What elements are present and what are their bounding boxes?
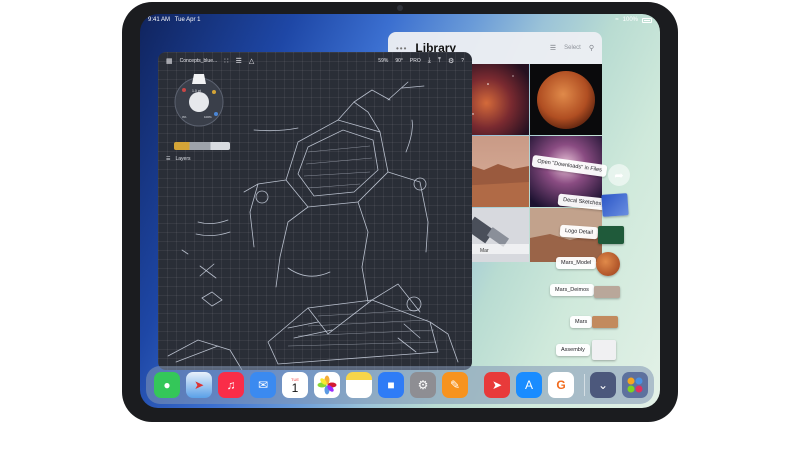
notes-app-icon[interactable] (346, 372, 372, 398)
zoom-level[interactable]: 59% (378, 58, 388, 64)
messages-app-icon[interactable]: ● (154, 372, 180, 398)
battery-icon (642, 17, 652, 23)
document-title[interactable]: Concepts_blue... (180, 58, 218, 64)
search-icon[interactable]: ⚲ (589, 44, 594, 52)
stack-item-label[interactable]: Mars_Deimos (550, 284, 594, 296)
mail-app-icon[interactable]: ✉ (250, 372, 276, 398)
concepts-toolbar: ▦ Concepts_blue... ∷ ☰ △ 59% 90° PRO ⤓ ⤒… (158, 52, 472, 70)
export-icon[interactable]: ⤒ (438, 57, 441, 65)
concepts-window[interactable]: ▦ Concepts_blue... ∷ ☰ △ 59% 90° PRO ⤓ ⤒… (158, 52, 472, 370)
assembly-thumb (592, 340, 616, 360)
import-icon[interactable]: ⤓ (428, 57, 431, 65)
wheel-size-label: 1.0 pt (192, 89, 201, 93)
layers-label: Layers (175, 156, 191, 162)
stack-item-label[interactable]: Logo Detail (559, 224, 599, 240)
app-library-icon[interactable] (622, 372, 648, 398)
list-icon[interactable]: ☰ (236, 57, 242, 65)
music-app-icon[interactable]: ♫ (218, 372, 244, 398)
share-arrow-icon[interactable]: ➦ (608, 164, 630, 186)
rotation-angle[interactable]: 90° (395, 58, 403, 64)
list-view-icon[interactable]: ☰ (550, 44, 556, 52)
logo-detail-thumb (598, 226, 624, 244)
safari-app-icon[interactable]: ➤ (186, 372, 212, 398)
layers-button[interactable]: ☰ Layers (166, 156, 191, 162)
mars-thumb (592, 316, 618, 328)
stack-item-label[interactable]: Assembly (556, 344, 590, 356)
dock-separator (584, 374, 585, 396)
tool-wheel[interactable]: 1.0 pt 0% 100% (172, 70, 226, 130)
downloads-folder-icon[interactable]: ⌄ (590, 372, 616, 398)
photo-mars[interactable] (530, 64, 602, 135)
select-button[interactable]: Select (564, 45, 581, 51)
ipad-screen: 9:41 AM Tue Apr 1 ≈ 100% ••• Library ☰ S… (140, 14, 660, 408)
front-camera (397, 5, 403, 11)
wheel-opacity-label: 0% (182, 115, 187, 119)
status-date: Tue Apr 1 (174, 17, 201, 23)
settings-app-icon[interactable]: ⚙ (410, 372, 436, 398)
concepts-app-icon[interactable]: ✎ (442, 372, 468, 398)
app-store-app-icon[interactable]: A (516, 372, 542, 398)
help-button[interactable]: ? (461, 58, 464, 64)
gallery-grid-icon[interactable]: ▦ (166, 57, 173, 65)
color-palette-strip[interactable] (174, 142, 230, 150)
calendar-date: 1 (291, 380, 299, 395)
mars-model-thumb (596, 252, 620, 276)
layers-icon: ☰ (166, 156, 171, 162)
settings-gear-icon[interactable]: ⚙ (448, 57, 454, 65)
photo-partial-label: Mar (480, 248, 489, 254)
battery-percent: 100% (622, 17, 638, 23)
calendar-app-icon[interactable]: TUE 1 (282, 372, 308, 398)
wifi-icon: ≈ (615, 17, 619, 23)
decal-sketches-thumb (601, 193, 629, 217)
shapes-icon[interactable]: △ (249, 57, 254, 65)
wheel-smoothing-label: 100% (204, 115, 212, 119)
glimpse-app-icon[interactable]: G (548, 372, 574, 398)
photos-app-icon[interactable] (314, 372, 340, 398)
status-bar-right: ≈ 100% (615, 17, 652, 23)
spark-app-icon[interactable]: ➤ (484, 372, 510, 398)
status-bar-left: 9:41 AM Tue Apr 1 (148, 17, 200, 23)
stack-item-label[interactable]: Mars_Model (556, 257, 597, 269)
status-time: 9:41 AM (148, 17, 171, 23)
grid-dots-icon[interactable]: ∷ (224, 57, 228, 65)
stack-item-label[interactable]: Mars (570, 316, 593, 328)
mars-deimos-thumb (594, 286, 620, 298)
pro-badge[interactable]: PRO (410, 58, 421, 64)
files-app-icon[interactable]: ■ (378, 372, 404, 398)
